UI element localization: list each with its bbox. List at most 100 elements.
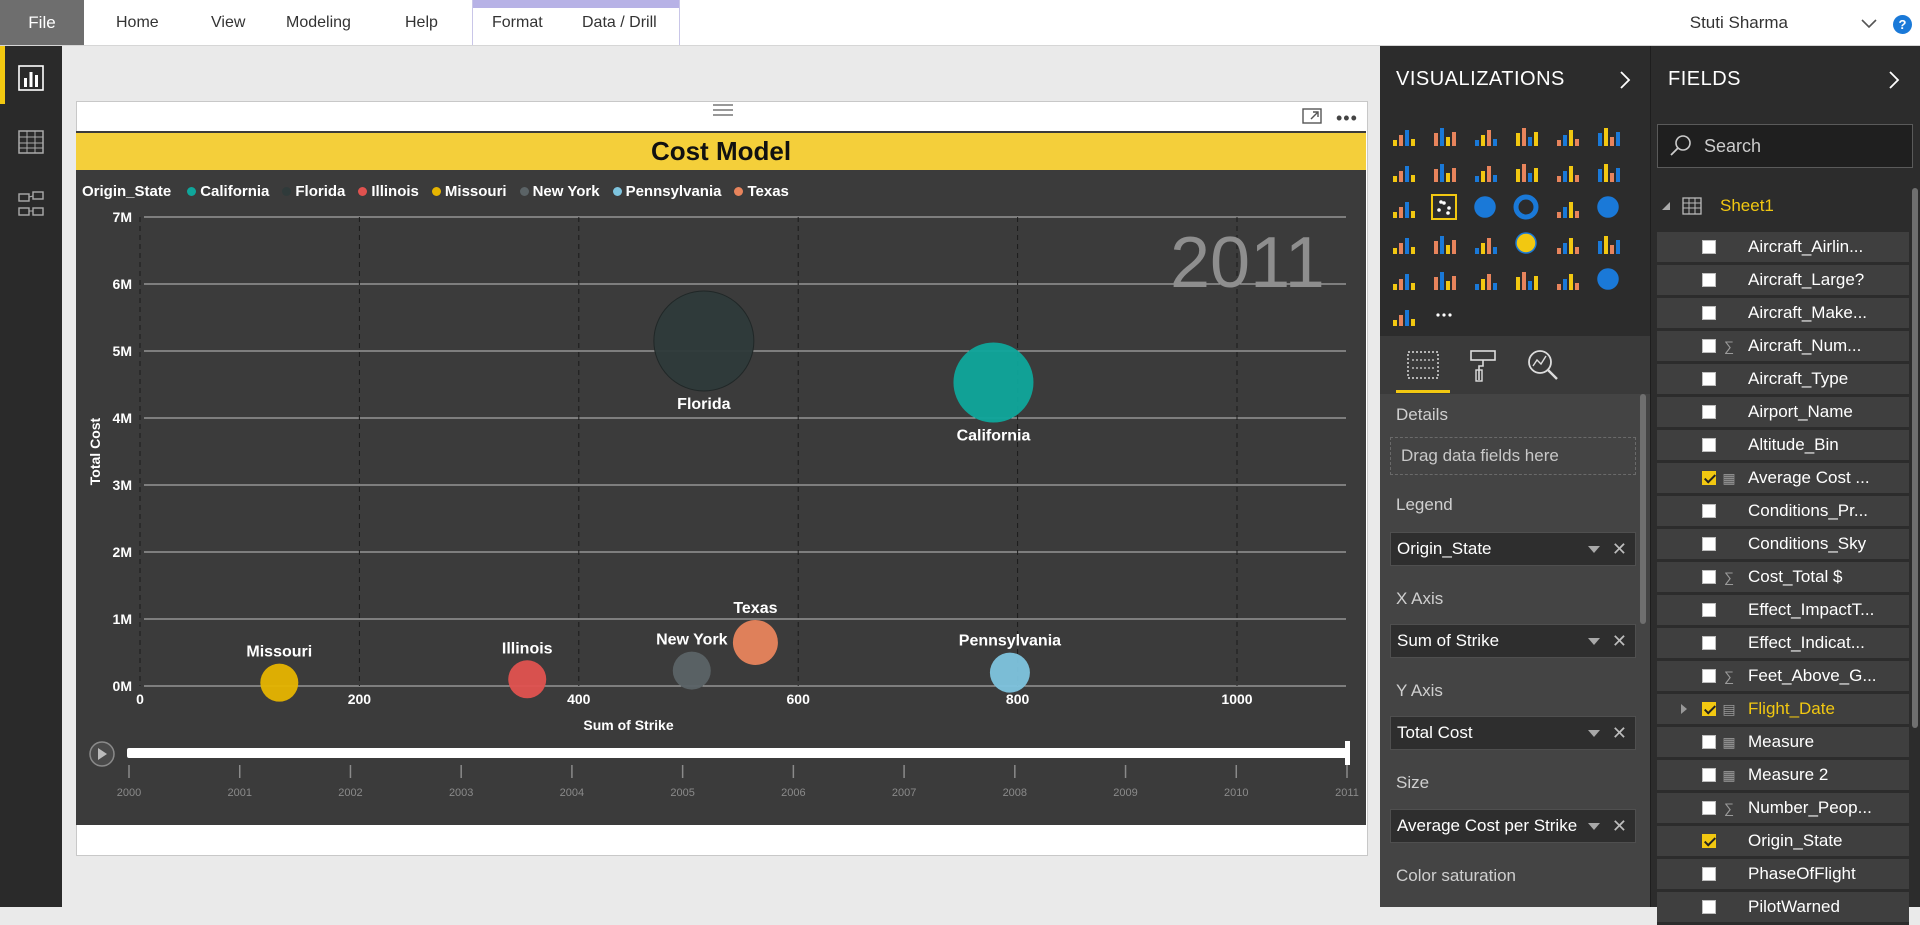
field-item[interactable]: Aircraft_Airlin... <box>1657 232 1909 265</box>
bubble-california[interactable] <box>953 342 1034 423</box>
bubble-illinois[interactable] <box>508 660 547 699</box>
field-checkbox[interactable] <box>1702 504 1716 518</box>
xaxis-well-field[interactable]: Sum of Strike ✕ <box>1390 624 1636 658</box>
analytics-magnifier-icon[interactable] <box>1526 348 1560 382</box>
area-chart-icon[interactable] <box>1431 158 1457 184</box>
bubble-pennsylvania[interactable] <box>989 652 1030 693</box>
details-drop-zone[interactable]: Drag data fields here <box>1390 437 1636 475</box>
play-axis-thumb[interactable] <box>1345 741 1350 765</box>
field-checkbox[interactable] <box>1702 273 1716 287</box>
bubble-missouri[interactable] <box>260 663 299 702</box>
field-checkbox[interactable] <box>1702 801 1716 815</box>
fields-well-icon[interactable] <box>1406 348 1440 382</box>
100-column-icon[interactable] <box>1595 122 1621 148</box>
stacked-column-icon[interactable] <box>1431 122 1457 148</box>
ribbon-chart-icon[interactable] <box>1595 158 1621 184</box>
field-item[interactable]: Effect_ImpactT... <box>1657 595 1909 628</box>
field-checkbox[interactable] <box>1702 702 1716 716</box>
custom-visual-icon[interactable] <box>1390 302 1416 328</box>
wells-scrollbar[interactable] <box>1640 394 1646 624</box>
waterfall-icon[interactable] <box>1390 194 1416 220</box>
user-name[interactable]: Stuti Sharma <box>1690 0 1788 45</box>
field-item[interactable]: ∑ Aircraft_Num... <box>1657 331 1909 364</box>
field-item[interactable]: PhaseOfFlight <box>1657 859 1909 892</box>
more-options-icon[interactable]: ••• <box>1336 108 1358 129</box>
slicer-icon[interactable] <box>1431 266 1457 292</box>
play-axis-track[interactable] <box>127 748 1349 758</box>
help-icon[interactable]: ? <box>1893 15 1912 34</box>
remove-field-icon[interactable]: ✕ <box>1612 816 1627 837</box>
drag-handle-icon[interactable] <box>712 102 734 118</box>
field-item[interactable]: ∑ Number_Peop... <box>1657 793 1909 826</box>
field-checkbox[interactable] <box>1702 240 1716 254</box>
field-item[interactable]: Airport_Name <box>1657 397 1909 430</box>
arcgis-icon[interactable] <box>1595 266 1621 292</box>
collapse-chevron-icon[interactable] <box>1886 70 1902 90</box>
field-item[interactable]: Altitude_Bin <box>1657 430 1909 463</box>
legend-well-field[interactable]: Origin_State ✕ <box>1390 532 1636 566</box>
expand-triangle-icon[interactable] <box>1681 704 1687 714</box>
field-checkbox[interactable] <box>1702 603 1716 617</box>
field-checkbox[interactable] <box>1702 768 1716 782</box>
tab-view[interactable]: View <box>211 0 245 45</box>
field-checkbox[interactable] <box>1702 438 1716 452</box>
field-item[interactable]: Aircraft_Type <box>1657 364 1909 397</box>
remove-field-icon[interactable]: ✕ <box>1612 539 1627 560</box>
stacked-bar-icon[interactable] <box>1390 122 1416 148</box>
size-well-field[interactable]: Average Cost per Strike ✕ <box>1390 809 1636 843</box>
treemap-icon[interactable] <box>1554 194 1580 220</box>
line-clustered-column-icon[interactable] <box>1554 158 1580 184</box>
fields-scrollbar[interactable] <box>1912 188 1918 728</box>
field-item[interactable]: ∑ Cost_Total $ <box>1657 562 1909 595</box>
field-item[interactable]: ▦ Measure <box>1657 727 1909 760</box>
r-visual-icon[interactable] <box>1554 266 1580 292</box>
dropdown-arrow-icon[interactable] <box>1587 545 1600 553</box>
field-checkbox[interactable] <box>1702 339 1716 353</box>
100-bar-icon[interactable] <box>1554 122 1580 148</box>
pie-chart-icon[interactable] <box>1472 194 1498 220</box>
filled-map-icon[interactable] <box>1390 230 1416 256</box>
tab-format[interactable]: Format <box>492 0 543 45</box>
tab-home[interactable]: Home <box>116 0 159 45</box>
table-visual-icon[interactable] <box>1472 266 1498 292</box>
clustered-bar-icon[interactable] <box>1472 122 1498 148</box>
card-icon[interactable] <box>1554 230 1580 256</box>
field-checkbox[interactable] <box>1702 471 1716 485</box>
tab-help[interactable]: Help <box>405 0 438 45</box>
line-column-icon[interactable] <box>1513 158 1539 184</box>
dropdown-arrow-icon[interactable] <box>1587 637 1600 645</box>
field-item[interactable]: Origin_State <box>1657 826 1909 859</box>
report-view-button[interactable] <box>0 48 62 108</box>
stacked-area-icon[interactable] <box>1472 158 1498 184</box>
field-checkbox[interactable] <box>1702 900 1716 914</box>
field-item[interactable]: ▦ Average Cost ... <box>1657 463 1909 496</box>
remove-field-icon[interactable]: ✕ <box>1612 723 1627 744</box>
field-item[interactable]: Aircraft_Make... <box>1657 298 1909 331</box>
field-item[interactable]: Effect_Indicat... <box>1657 628 1909 661</box>
field-item[interactable]: Conditions_Sky <box>1657 529 1909 562</box>
yaxis-well-field[interactable]: Total Cost ✕ <box>1390 716 1636 750</box>
search-input[interactable] <box>1702 134 1906 158</box>
tab-modeling[interactable]: Modeling <box>286 0 351 45</box>
bubble-texas[interactable] <box>732 619 778 665</box>
kpi-icon[interactable] <box>1390 266 1416 292</box>
field-checkbox[interactable] <box>1702 867 1716 881</box>
matrix-icon[interactable] <box>1513 266 1539 292</box>
field-item[interactable]: ▦ Measure 2 <box>1657 760 1909 793</box>
remove-field-icon[interactable]: ✕ <box>1612 631 1627 652</box>
expanded-triangle-icon[interactable] <box>1660 200 1672 212</box>
field-checkbox[interactable] <box>1702 537 1716 551</box>
bubble-new-york[interactable] <box>672 651 711 690</box>
donut-chart-icon[interactable] <box>1513 194 1539 220</box>
bubble-florida[interactable] <box>653 290 755 392</box>
clustered-column-icon[interactable] <box>1513 122 1539 148</box>
line-chart-icon[interactable] <box>1390 158 1416 184</box>
map-icon[interactable] <box>1595 194 1621 220</box>
field-checkbox[interactable] <box>1702 405 1716 419</box>
multi-row-card-icon[interactable] <box>1595 230 1621 256</box>
field-checkbox[interactable] <box>1702 735 1716 749</box>
focus-mode-icon[interactable] <box>1302 106 1322 126</box>
file-tab[interactable]: File <box>0 0 84 45</box>
data-view-button[interactable] <box>0 112 62 172</box>
field-item[interactable]: ▤ Flight_Date <box>1657 694 1909 727</box>
